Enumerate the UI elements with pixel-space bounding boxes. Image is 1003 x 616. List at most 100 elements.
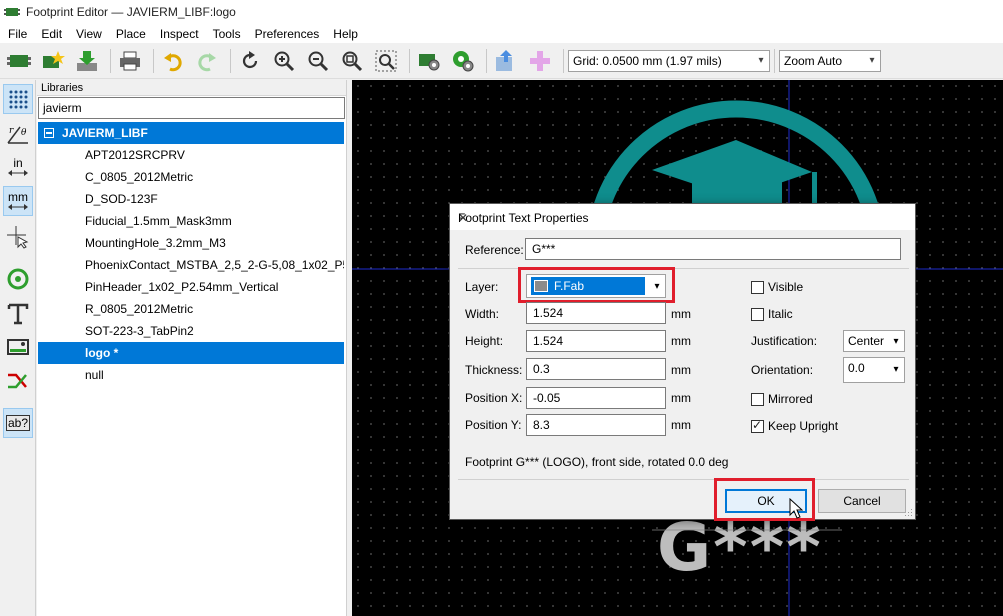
graphic-sketch-mode-button[interactable] bbox=[3, 332, 33, 362]
justification-select[interactable]: Center ▾ bbox=[843, 330, 905, 352]
redo-button[interactable] bbox=[192, 46, 222, 76]
units-inches-button[interactable]: in bbox=[3, 152, 33, 182]
refresh-icon bbox=[242, 50, 258, 68]
polar-coordinates-button[interactable]: rθ bbox=[3, 118, 33, 148]
library-root-node[interactable]: JAVIERM_LIBF bbox=[38, 122, 344, 144]
new-footprint-button[interactable] bbox=[4, 46, 34, 76]
menu-bar: File Edit View Place Inspect Tools Prefe… bbox=[0, 24, 1003, 43]
show-grid-button[interactable] bbox=[3, 84, 33, 114]
position-x-input[interactable]: -0.05 bbox=[526, 387, 666, 409]
menu-view[interactable]: View bbox=[68, 27, 108, 41]
text-variables-button[interactable]: ab? bbox=[3, 408, 33, 438]
redraw-button[interactable] bbox=[235, 46, 265, 76]
orientation-select[interactable]: 0.0 ▾ bbox=[843, 357, 905, 383]
toolbar-separator bbox=[486, 48, 487, 73]
pad-sketch-mode-button[interactable] bbox=[3, 264, 33, 294]
zoom-out-icon bbox=[308, 51, 329, 71]
visible-checkbox[interactable]: Visible bbox=[751, 280, 803, 294]
create-footprint-wizard-button[interactable] bbox=[38, 46, 68, 76]
justification-select-value: Center bbox=[848, 334, 885, 348]
chevron-down-icon: ▾ bbox=[869, 55, 875, 66]
svg-text:θ: θ bbox=[21, 128, 27, 138]
footprint-item[interactable]: MountingHole_3.2mm_M3 bbox=[38, 232, 344, 254]
menu-place[interactable]: Place bbox=[108, 27, 152, 41]
keep-upright-checkbox-box[interactable] bbox=[751, 418, 764, 433]
zoom-select-value: Zoom Auto bbox=[784, 53, 843, 68]
orientation-label: Orientation: bbox=[751, 363, 814, 377]
polar-coords-icon: rθ bbox=[7, 126, 28, 144]
menu-help[interactable]: Help bbox=[325, 27, 364, 41]
zoom-selection-button[interactable] bbox=[371, 46, 401, 76]
grid-select[interactable]: Grid: 0.0500 mm (1.97 mils) ▾ bbox=[568, 49, 770, 72]
full-crosshair-button[interactable] bbox=[3, 222, 33, 252]
text-variable-label: ab? bbox=[5, 415, 31, 431]
load-from-board-button[interactable] bbox=[491, 46, 521, 76]
italic-checkbox-box[interactable] bbox=[751, 307, 764, 321]
reference-label: Reference: bbox=[465, 243, 524, 257]
footprint-item[interactable]: PhoenixContact_MSTBA_2,5_2-G-5,08_1x02_P… bbox=[38, 254, 344, 276]
close-icon[interactable]: ✕ bbox=[458, 211, 907, 225]
default-pad-properties-button[interactable] bbox=[448, 46, 478, 76]
visible-checkbox-box[interactable] bbox=[751, 280, 764, 294]
footprint-item[interactable]: SOT-223-3_TabPin2 bbox=[38, 320, 344, 342]
thickness-input[interactable]: 0.3 bbox=[526, 358, 666, 380]
printer-icon bbox=[120, 51, 140, 70]
collapse-icon[interactable] bbox=[44, 128, 54, 138]
footprint-item[interactable]: PinHeader_1x02_P2.54mm_Vertical bbox=[38, 276, 344, 298]
menu-edit[interactable]: Edit bbox=[33, 27, 68, 41]
highlight-box-layer bbox=[518, 267, 675, 303]
save-to-library-button[interactable] bbox=[72, 46, 102, 76]
divider bbox=[458, 479, 909, 480]
position-y-unit: mm bbox=[671, 418, 691, 432]
reference-input[interactable]: G*** bbox=[525, 238, 901, 260]
footprint-item[interactable]: null bbox=[38, 364, 344, 386]
library-filter-input[interactable]: javierm bbox=[38, 97, 345, 119]
zoom-in-icon bbox=[274, 51, 295, 71]
zoom-in-button[interactable] bbox=[269, 46, 299, 76]
menu-tools[interactable]: Tools bbox=[205, 27, 247, 41]
italic-label: Italic bbox=[768, 307, 793, 321]
mirrored-checkbox-box[interactable] bbox=[751, 392, 764, 406]
footprint-icon bbox=[7, 54, 31, 67]
footprint-item[interactable]: D_SOD-123F bbox=[38, 188, 344, 210]
footprint-item[interactable]: R_0805_2012Metric bbox=[38, 298, 344, 320]
resize-grip-icon[interactable] bbox=[905, 509, 913, 517]
width-input[interactable]: 1.524 bbox=[526, 302, 666, 324]
position-y-label: Position Y: bbox=[465, 418, 522, 432]
cancel-button[interactable]: Cancel bbox=[818, 489, 906, 513]
menu-file[interactable]: File bbox=[0, 27, 33, 41]
zoom-fit-button[interactable] bbox=[337, 46, 367, 76]
high-contrast-mode-button[interactable] bbox=[3, 366, 33, 396]
undo-button[interactable] bbox=[158, 46, 188, 76]
keep-upright-checkbox[interactable]: Keep Upright bbox=[751, 418, 839, 433]
footprint-item[interactable]: C_0805_2012Metric bbox=[38, 166, 344, 188]
toolbar-separator bbox=[409, 48, 410, 73]
visible-label: Visible bbox=[768, 280, 804, 294]
library-tree: JAVIERM_LIBF APT2012SRCPRV C_0805_2012Me… bbox=[38, 122, 344, 386]
graphic-outline-icon bbox=[7, 339, 29, 355]
footprint-item[interactable]: APT2012SRCPRV bbox=[38, 144, 344, 166]
libraries-header: Libraries bbox=[37, 80, 346, 96]
save-arrow-icon bbox=[77, 50, 97, 71]
mirrored-checkbox[interactable]: Mirrored bbox=[751, 392, 813, 406]
italic-checkbox[interactable]: Italic bbox=[751, 307, 793, 321]
menu-inspect[interactable]: Inspect bbox=[152, 27, 205, 41]
position-x-unit: mm bbox=[671, 391, 691, 405]
print-button[interactable] bbox=[115, 46, 145, 76]
zoom-select[interactable]: Zoom Auto ▾ bbox=[779, 49, 881, 72]
insert-into-board-button[interactable] bbox=[525, 46, 555, 76]
position-y-input[interactable]: 8.3 bbox=[526, 414, 666, 436]
menu-preferences[interactable]: Preferences bbox=[247, 27, 326, 41]
double-arrow-icon bbox=[8, 204, 28, 210]
units-mm-button[interactable]: mm bbox=[3, 186, 33, 216]
window-title: Footprint Editor — JAVIERM_LIBF:logo bbox=[26, 5, 236, 19]
zoom-selection-icon bbox=[375, 50, 397, 71]
footprint-item-selected[interactable]: logo * bbox=[38, 342, 344, 364]
footprint-item[interactable]: Fiducial_1.5mm_Mask3mm bbox=[38, 210, 344, 232]
keep-upright-label: Keep Upright bbox=[768, 419, 839, 433]
footprint-properties-button[interactable] bbox=[414, 46, 444, 76]
zoom-out-button[interactable] bbox=[303, 46, 333, 76]
chevron-down-icon: ▾ bbox=[893, 364, 899, 375]
text-sketch-mode-button[interactable] bbox=[3, 298, 33, 328]
height-input[interactable]: 1.524 bbox=[526, 330, 666, 352]
